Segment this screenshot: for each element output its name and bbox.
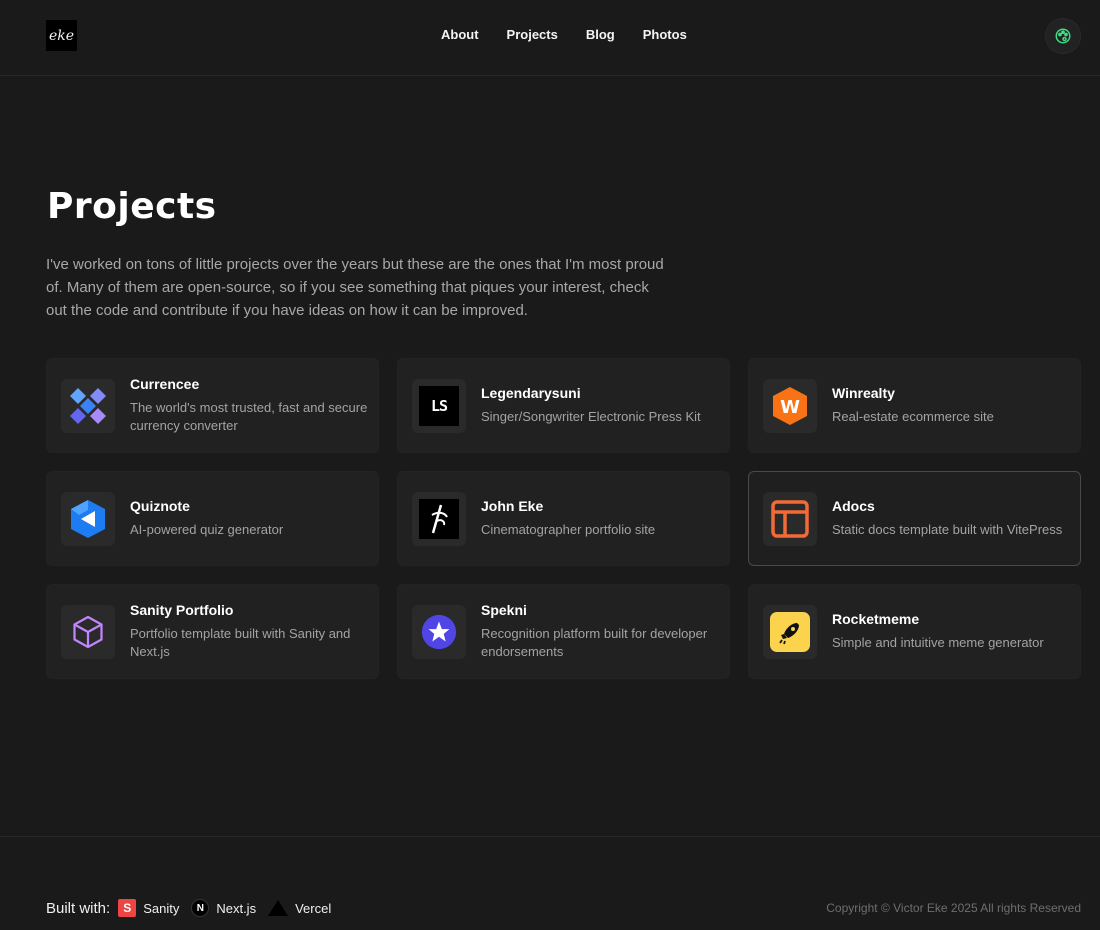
nav-blog[interactable]: Blog	[586, 27, 615, 42]
rocket-icon	[770, 611, 810, 652]
project-name: Spekni	[481, 602, 527, 618]
project-card-adocs[interactable]: Adocs Static docs template built with Vi…	[748, 471, 1081, 566]
project-card-spekni[interactable]: Spekni Recognition platform built for de…	[397, 584, 730, 679]
vercel-icon	[268, 900, 289, 916]
built-with: Built with: S Sanity N Next.js Vercel	[46, 899, 335, 917]
project-icon-box	[61, 378, 115, 433]
adocs-logo-icon	[771, 499, 809, 538]
copyright-text: Copyright © Victor Eke 2025 All rights R…	[826, 901, 1081, 915]
page-title: Projects	[47, 186, 217, 227]
currencee-logo-icon	[70, 387, 106, 424]
project-icon-box: W	[763, 378, 817, 433]
project-card-rocketmeme[interactable]: Rocketmeme Simple and intuitive meme gen…	[748, 584, 1081, 679]
tech-label: Next.js	[216, 900, 257, 916]
nav-photos[interactable]: Photos	[643, 27, 687, 42]
winrealty-logo-icon: W	[773, 386, 807, 425]
palette-icon	[1055, 28, 1071, 44]
project-name: Rocketmeme	[832, 611, 920, 627]
theme-toggle-button[interactable]	[1045, 18, 1081, 54]
project-description: Cinematographer portfolio site	[481, 522, 656, 537]
project-description: The world's most trusted, fast and secur…	[130, 400, 368, 433]
site-logo[interactable]: eke	[46, 20, 77, 51]
project-name: Quiznote	[130, 498, 190, 514]
nextjs-icon: N	[191, 899, 210, 917]
project-card-quiznote[interactable]: Quiznote AI-powered quiz generator	[46, 471, 379, 566]
logo-text: eke	[48, 27, 75, 44]
project-card-currencee[interactable]: Currencee The world's most trusted, fast…	[46, 358, 379, 453]
project-name: John Eke	[481, 498, 544, 514]
project-icon-box	[763, 491, 817, 546]
project-icon-box	[61, 604, 115, 659]
nav-projects[interactable]: Projects	[507, 27, 558, 42]
main-nav: About Projects Blog Photos	[441, 27, 687, 42]
svg-text:W: W	[780, 397, 800, 418]
project-description: Singer/Songwriter Electronic Press Kit	[481, 409, 701, 424]
project-card-john-eke[interactable]: John Eke Cinematographer portfolio site	[397, 471, 730, 566]
project-card-winrealty[interactable]: W Winrealty Real-estate ecommerce site	[748, 358, 1081, 453]
project-card-legendarysuni[interactable]: LS Legendarysuni Singer/Songwriter Elect…	[397, 358, 730, 453]
tech-nextjs[interactable]: N Next.js	[191, 899, 256, 917]
john-eke-logo-icon	[419, 498, 459, 539]
built-with-label: Built with:	[46, 899, 111, 917]
sanity-icon: S	[118, 899, 137, 917]
project-icon-box	[61, 491, 115, 546]
tech-vercel[interactable]: Vercel	[268, 900, 331, 916]
site-header: eke About Projects Blog Photos	[0, 0, 1100, 76]
project-description: Recognition platform built for developer…	[481, 626, 708, 659]
project-description: Real-estate ecommerce site	[832, 409, 994, 424]
project-icon-box: LS	[412, 378, 466, 433]
project-name: Currencee	[130, 376, 200, 392]
project-description: AI-powered quiz generator	[130, 522, 284, 537]
project-description: Portfolio template built with Sanity and…	[130, 626, 351, 659]
nav-about[interactable]: About	[441, 27, 479, 42]
project-icon-box	[412, 491, 466, 546]
tech-sanity[interactable]: S Sanity	[118, 899, 179, 917]
page-intro: I've worked on tons of little projects o…	[46, 256, 664, 319]
project-description: Static docs template built with VitePres…	[832, 522, 1063, 537]
tech-label: Vercel	[295, 900, 332, 916]
project-name: Winrealty	[832, 385, 895, 401]
project-icon-box	[412, 604, 466, 659]
site-footer: Built with: S Sanity N Next.js Vercel Co…	[0, 836, 1100, 930]
project-name: Legendarysuni	[481, 385, 581, 401]
quiznote-logo-icon	[71, 499, 105, 538]
cube-icon	[73, 615, 103, 648]
project-card-sanity-portfolio[interactable]: Sanity Portfolio Portfolio template buil…	[46, 584, 379, 679]
project-icon-box	[763, 604, 817, 659]
ls-logo-icon: LS	[419, 385, 459, 426]
tech-label: Sanity	[143, 900, 180, 916]
project-name: Adocs	[832, 498, 875, 514]
spekni-star-icon	[421, 614, 457, 649]
project-description: Simple and intuitive meme generator	[832, 635, 1044, 650]
project-name: Sanity Portfolio	[130, 602, 234, 618]
